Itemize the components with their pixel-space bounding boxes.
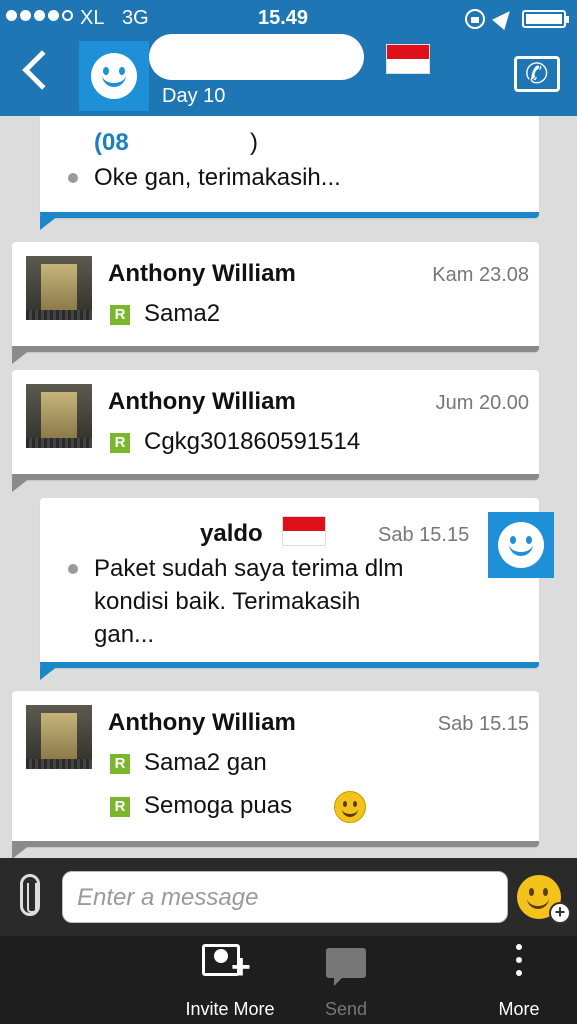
send-label: Send — [324, 999, 368, 1019]
my-avatar[interactable] — [488, 512, 554, 578]
bottom-toolbar: Invite More Send More — [0, 936, 577, 1024]
read-receipt-badge: R — [110, 433, 130, 453]
message-text: Semoga puas — [144, 792, 293, 819]
read-receipt-badge: R — [110, 305, 130, 325]
chat-subtitle: Day 10 — [162, 85, 226, 107]
read-receipt-badge: R — [110, 754, 130, 774]
read-receipt-badge: R — [110, 797, 130, 817]
message-bubble-incoming[interactable]: Anthony William Kam 23.08 R Sama2 — [12, 242, 539, 364]
message-bubble-outgoing[interactable]: (08 ) Oke gan, terimakasih... — [40, 116, 539, 230]
bbm-send-icon — [326, 948, 366, 986]
network-type: 3G — [122, 7, 149, 29]
message-line: gan... — [94, 621, 155, 648]
smiley-avatar-icon — [498, 522, 544, 568]
sender-name: Anthony William — [108, 709, 296, 736]
send-button[interactable]: Send — [310, 936, 382, 1024]
sender-name: Anthony William — [108, 260, 296, 287]
message-bubble-incoming[interactable]: Anthony William Jum 20.00 R Cgkg30186059… — [12, 370, 539, 492]
smile-emoji-icon — [334, 791, 366, 823]
more-button[interactable]: More — [498, 936, 540, 1024]
paperclip-icon[interactable] — [20, 874, 40, 916]
status-time: 15.49 — [258, 7, 309, 29]
sender-avatar[interactable] — [26, 705, 92, 769]
message-line: ) — [250, 129, 258, 156]
message-time: Kam 23.08 — [432, 264, 529, 286]
invite-more-button[interactable]: Invite More — [182, 936, 278, 1024]
message-text: Cgkg301860591514 — [144, 428, 361, 455]
message-line: Paket sudah saya terima dlm — [94, 555, 404, 582]
message-line: (08 — [94, 129, 129, 156]
invite-more-label: Invite More — [185, 999, 275, 1019]
message-input[interactable]: Enter a message — [62, 871, 508, 923]
more-label: More — [498, 999, 540, 1019]
status-bar: XL 3G 15.49 — [0, 0, 577, 36]
chat-header: XL 3G 15.49 Day 10 — [0, 0, 577, 116]
carrier-name: XL — [80, 7, 105, 29]
message-time: Jum 20.00 — [435, 392, 529, 414]
sender-name: yaldo — [200, 520, 263, 547]
message-time: Sab 15.15 — [437, 713, 529, 735]
sender-avatar[interactable] — [26, 256, 92, 320]
indonesia-flag-icon — [282, 516, 326, 546]
message-line: kondisi baik. Terimakasih — [94, 588, 361, 615]
rotation-lock-icon — [465, 9, 485, 29]
message-bullet — [68, 173, 78, 183]
add-contact-icon — [202, 944, 251, 977]
indonesia-flag-icon — [386, 44, 430, 74]
smiley-avatar-icon — [91, 53, 137, 99]
sender-avatar[interactable] — [26, 384, 92, 448]
back-chevron-icon[interactable] — [22, 50, 62, 90]
sender-name: Anthony William — [108, 388, 296, 415]
signal-icon — [6, 10, 73, 21]
location-arrow-icon — [492, 5, 516, 31]
more-vertical-icon — [516, 944, 522, 950]
redacted-contact-name — [149, 34, 364, 80]
composer-bar: Enter a message + — [0, 858, 577, 936]
contact-avatar[interactable] — [79, 41, 149, 111]
emoji-add-icon[interactable]: + — [549, 902, 571, 924]
message-bubble-incoming[interactable]: Anthony William Sab 15.15 R Sama2 gan R … — [12, 691, 539, 858]
message-text: Sama2 gan — [144, 749, 267, 776]
battery-icon — [522, 10, 569, 28]
message-time: Sab 15.15 — [378, 524, 470, 546]
call-button[interactable] — [514, 56, 560, 92]
message-bubble-outgoing[interactable]: yaldo Sab 15.15 Paket sudah saya terima … — [40, 498, 539, 680]
message-bullet — [68, 564, 78, 574]
message-input-placeholder: Enter a message — [77, 884, 259, 911]
message-line: Oke gan, terimakasih... — [94, 164, 341, 191]
message-list: (08 ) Oke gan, terimakasih... Anthony Wi… — [0, 116, 577, 858]
message-text: Sama2 — [144, 300, 221, 327]
